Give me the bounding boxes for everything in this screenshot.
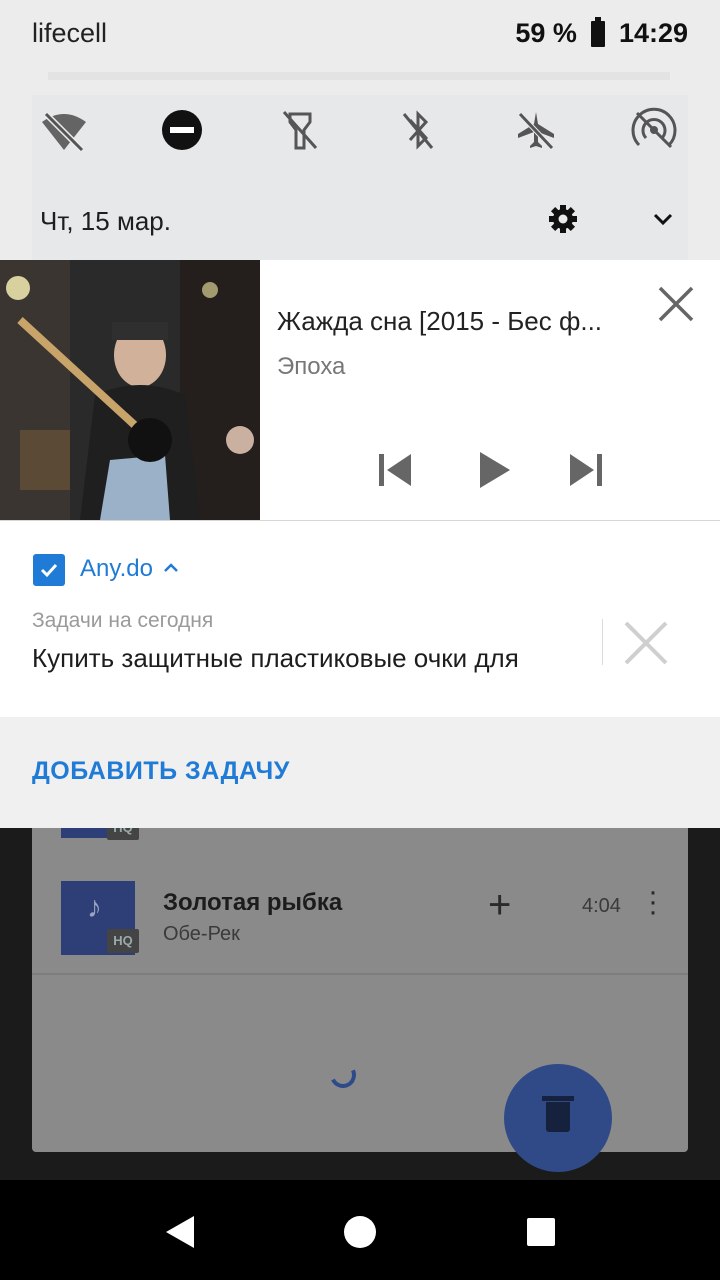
- anydo-task-text: Купить защитные пластиковые очки для: [32, 643, 519, 673]
- media-track-title: Жажда сна [2015 - Бес ф...: [277, 306, 603, 336]
- add-icon: +: [488, 883, 512, 927]
- media-track-artist: Эпоха: [277, 353, 346, 380]
- skip-previous-icon[interactable]: [375, 450, 415, 490]
- music-note-icon: ♪: [87, 891, 102, 924]
- add-task-button[interactable]: ДОБАВИТЬ ЗАДАЧУ: [32, 757, 290, 786]
- anydo-notification[interactable]: Any.do Задачи на сегодня Купить защитные…: [0, 521, 720, 717]
- hq-badge: HQ: [107, 929, 139, 953]
- dismiss-task-icon[interactable]: [622, 619, 670, 667]
- album-cover-image: [0, 260, 260, 520]
- battery-percent: 59 %: [515, 18, 577, 48]
- quick-settings-row: [0, 104, 720, 156]
- trash-lid: [542, 1096, 574, 1101]
- vertical-divider: [602, 619, 603, 665]
- do-not-disturb-icon[interactable]: [156, 104, 208, 156]
- ghost-bar: [48, 72, 670, 80]
- delete-fab: [504, 1064, 612, 1172]
- carrier-name: lifecell: [32, 18, 108, 48]
- row-divider: [32, 973, 688, 975]
- background-track-row: ♪ HQ Золотая рыбка Обе-Рек + 4:04 · · ·: [32, 869, 688, 965]
- settings-gear-icon[interactable]: [548, 204, 578, 234]
- track-duration: 4:04: [582, 895, 621, 917]
- collapse-chevron-icon[interactable]: [162, 561, 180, 575]
- bluetooth-off-icon[interactable]: [392, 104, 444, 156]
- hotspot-off-icon[interactable]: [628, 104, 680, 156]
- shade-date: Чт, 15 мар.: [40, 206, 171, 236]
- skip-next-icon[interactable]: [566, 450, 606, 490]
- close-icon[interactable]: [656, 284, 696, 324]
- media-notification[interactable]: Жажда сна [2015 - Бес ф... Эпоха: [0, 260, 720, 520]
- flashlight-off-icon[interactable]: [274, 104, 326, 156]
- anydo-app-name: Any.do: [80, 555, 153, 582]
- notification-shade-header: lifecell 59 % 14:29 Чт, 15 мар.: [0, 0, 720, 260]
- expand-chevron-icon[interactable]: [650, 208, 676, 230]
- status-icons: 59 % 14:29: [515, 16, 688, 49]
- track-artist: Обе-Рек: [163, 923, 240, 945]
- anydo-subtitle: Задачи на сегодня: [32, 609, 214, 632]
- anydo-app-icon: [33, 554, 65, 586]
- more-options-icon: · · ·: [648, 875, 658, 928]
- notification-action-bar: ДОБАВИТЬ ЗАДАЧУ: [0, 717, 720, 828]
- track-title: Золотая рыбка: [163, 889, 343, 916]
- recents-button[interactable]: [527, 1218, 555, 1246]
- back-button[interactable]: [166, 1216, 194, 1248]
- home-button[interactable]: [344, 1216, 376, 1248]
- battery-icon: [590, 16, 605, 47]
- play-icon[interactable]: [474, 450, 514, 490]
- wifi-off-icon[interactable]: [38, 104, 90, 156]
- airplane-mode-off-icon[interactable]: [510, 104, 562, 156]
- trash-icon: [546, 1102, 570, 1132]
- clock: 14:29: [618, 18, 688, 48]
